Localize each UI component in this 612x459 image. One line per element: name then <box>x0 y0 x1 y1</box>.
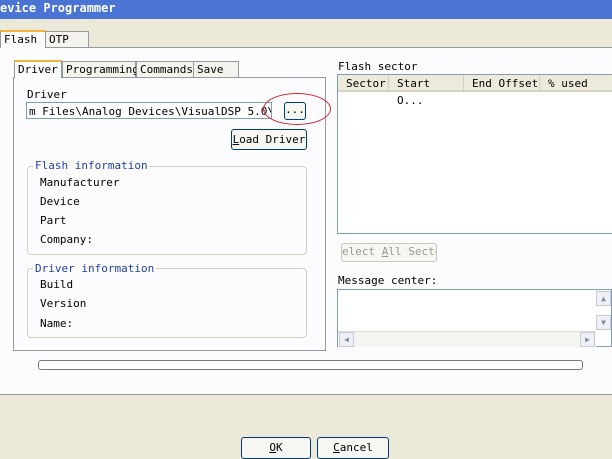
ok-label: K <box>276 441 283 454</box>
manufacturer-label: Manufacturer <box>40 176 120 189</box>
subtab-programming-label: Programming <box>66 63 139 76</box>
scroll-down-icon[interactable]: ▼ <box>596 315 611 330</box>
scroll-up-icon[interactable]: ▲ <box>596 291 611 306</box>
driver-path-value: m Files\Analog Devices\VisualDSP 5.0\*.d… <box>29 105 272 118</box>
ok-button[interactable]: OK <box>241 437 311 459</box>
load-driver-label: oad Driver <box>239 133 306 146</box>
subtab-driver[interactable]: Driver <box>14 60 62 78</box>
tab-flash[interactable]: Flash <box>0 30 46 48</box>
col-percent-used-label: % used <box>548 77 588 90</box>
tab-flash-label: Flash <box>4 33 38 46</box>
subtab-driver-label: Driver <box>18 63 58 76</box>
col-end-offset-label: End Offset <box>472 77 539 90</box>
scroll-left-icon[interactable]: ◀ <box>339 332 354 347</box>
subtab-commands[interactable]: Commands <box>136 61 194 78</box>
flash-sector-list[interactable]: Sector Start O... End Offset % used <box>337 74 612 234</box>
subtab-commands-label: Commands <box>140 63 193 76</box>
subtab-programming[interactable]: Programming <box>62 61 139 78</box>
title-bar: evice Programmer <box>0 0 612 19</box>
company-label: Company: <box>40 233 93 246</box>
tab-otp[interactable]: OTP <box>45 31 89 48</box>
col-start-offset[interactable]: Start O... <box>389 75 464 107</box>
col-percent-used[interactable]: % used <box>540 75 612 92</box>
highlight-circle <box>263 93 331 125</box>
build-label: Build <box>40 278 74 291</box>
window-title: evice Programmer <box>0 1 116 15</box>
tab-otp-label: OTP <box>49 33 69 46</box>
load-driver-button[interactable]: Load Driver <box>231 129 307 150</box>
ok-mnemonic: O <box>269 441 276 454</box>
scroll-right-icon[interactable]: ▶ <box>580 332 595 347</box>
driver-path-field[interactable]: m Files\Analog Devices\VisualDSP 5.0\*.d… <box>26 102 272 119</box>
part-label: Part <box>40 214 67 227</box>
cancel-label: ancel <box>339 441 373 454</box>
flash-information-title: Flash information <box>33 159 150 172</box>
select-all-label-post: ll Sector <box>388 245 436 258</box>
cancel-button[interactable]: Cancel <box>317 437 389 459</box>
driver-information-title: Driver information <box>33 262 157 275</box>
cancel-mnemonic: C <box>333 441 340 454</box>
col-sector-label: Sector <box>346 77 386 90</box>
subtab-save[interactable]: Save <box>193 61 239 78</box>
progress-bar <box>38 360 583 370</box>
message-center-box[interactable]: ▲ ▼ ◀ ▶ <box>337 289 612 347</box>
flash-sector-label: Flash sector <box>338 60 418 73</box>
version-label: Version <box>40 297 87 310</box>
subtab-save-label: Save <box>197 63 224 76</box>
horizontal-scrollbar[interactable] <box>338 331 596 347</box>
select-all-sector-button[interactable]: elect All Sector <box>341 243 437 262</box>
name-label: Name: <box>40 317 74 330</box>
col-end-offset[interactable]: End Offset <box>464 75 540 92</box>
col-sector[interactable]: Sector <box>338 75 389 92</box>
driver-label: Driver <box>27 88 67 101</box>
col-start-offset-label: Start O... <box>397 77 431 107</box>
device-label: Device <box>40 195 80 208</box>
message-center-label: Message center: <box>338 274 438 287</box>
select-all-label-pre: elect <box>342 245 382 258</box>
